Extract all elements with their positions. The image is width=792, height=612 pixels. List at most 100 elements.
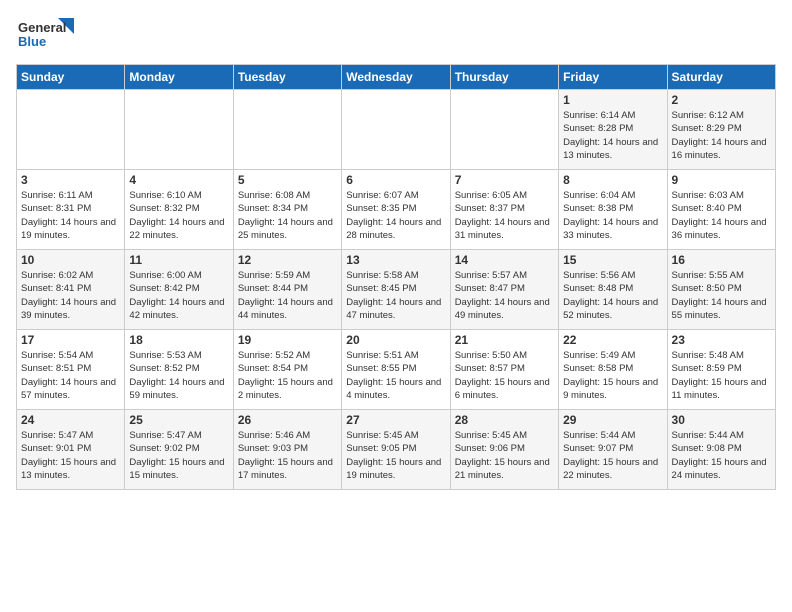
calendar-cell [233,90,341,170]
day-number: 11 [129,253,228,267]
weekday-header: Friday [559,65,667,90]
calendar-cell: 7 Sunrise: 6:05 AM Sunset: 8:37 PM Daylig… [450,170,558,250]
day-info: Sunrise: 6:12 AM Sunset: 8:29 PM Dayligh… [672,109,771,162]
day-info: Sunrise: 6:14 AM Sunset: 8:28 PM Dayligh… [563,109,662,162]
day-info: Sunrise: 5:57 AM Sunset: 8:47 PM Dayligh… [455,269,554,322]
day-number: 6 [346,173,445,187]
day-number: 29 [563,413,662,427]
day-info: Sunrise: 5:52 AM Sunset: 8:54 PM Dayligh… [238,349,337,402]
day-info: Sunrise: 6:08 AM Sunset: 8:34 PM Dayligh… [238,189,337,242]
day-info: Sunrise: 6:10 AM Sunset: 8:32 PM Dayligh… [129,189,228,242]
calendar-cell: 29 Sunrise: 5:44 AM Sunset: 9:07 PM Dayli… [559,410,667,490]
day-number: 18 [129,333,228,347]
day-info: Sunrise: 5:58 AM Sunset: 8:45 PM Dayligh… [346,269,445,322]
calendar-week-row: 24 Sunrise: 5:47 AM Sunset: 9:01 PM Dayli… [17,410,776,490]
logo: GeneralBlue [16,16,76,52]
weekday-header: Thursday [450,65,558,90]
day-number: 3 [21,173,120,187]
calendar-cell: 3 Sunrise: 6:11 AM Sunset: 8:31 PM Daylig… [17,170,125,250]
calendar-cell: 9 Sunrise: 6:03 AM Sunset: 8:40 PM Daylig… [667,170,775,250]
day-number: 21 [455,333,554,347]
day-info: Sunrise: 5:49 AM Sunset: 8:58 PM Dayligh… [563,349,662,402]
day-info: Sunrise: 5:53 AM Sunset: 8:52 PM Dayligh… [129,349,228,402]
day-number: 9 [672,173,771,187]
calendar-cell: 19 Sunrise: 5:52 AM Sunset: 8:54 PM Dayli… [233,330,341,410]
calendar-cell: 4 Sunrise: 6:10 AM Sunset: 8:32 PM Daylig… [125,170,233,250]
day-info: Sunrise: 6:00 AM Sunset: 8:42 PM Dayligh… [129,269,228,322]
day-info: Sunrise: 5:48 AM Sunset: 8:59 PM Dayligh… [672,349,771,402]
calendar-cell: 23 Sunrise: 5:48 AM Sunset: 8:59 PM Dayli… [667,330,775,410]
day-number: 26 [238,413,337,427]
day-info: Sunrise: 5:45 AM Sunset: 9:06 PM Dayligh… [455,429,554,482]
calendar-cell: 18 Sunrise: 5:53 AM Sunset: 8:52 PM Dayli… [125,330,233,410]
calendar-cell: 14 Sunrise: 5:57 AM Sunset: 8:47 PM Dayli… [450,250,558,330]
calendar-cell: 10Sunrise: 6:02 AM Sunset: 8:41 PM Dayli… [17,250,125,330]
day-number: 23 [672,333,771,347]
day-info: Sunrise: 5:55 AM Sunset: 8:50 PM Dayligh… [672,269,771,322]
day-info: Sunrise: 6:05 AM Sunset: 8:37 PM Dayligh… [455,189,554,242]
day-info: Sunrise: 5:46 AM Sunset: 9:03 PM Dayligh… [238,429,337,482]
day-number: 19 [238,333,337,347]
calendar-cell: 17Sunrise: 5:54 AM Sunset: 8:51 PM Dayli… [17,330,125,410]
day-number: 17 [21,333,120,347]
day-info: Sunrise: 5:56 AM Sunset: 8:48 PM Dayligh… [563,269,662,322]
day-info: Sunrise: 5:50 AM Sunset: 8:57 PM Dayligh… [455,349,554,402]
calendar-cell: 26 Sunrise: 5:46 AM Sunset: 9:03 PM Dayli… [233,410,341,490]
day-number: 28 [455,413,554,427]
weekday-header: Sunday [17,65,125,90]
day-info: Sunrise: 5:59 AM Sunset: 8:44 PM Dayligh… [238,269,337,322]
weekday-header: Saturday [667,65,775,90]
weekday-header: Wednesday [342,65,450,90]
calendar-cell: 30Sunrise: 5:44 AM Sunset: 9:08 PM Dayli… [667,410,775,490]
day-number: 2 [672,93,771,107]
day-info: Sunrise: 6:03 AM Sunset: 8:40 PM Dayligh… [672,189,771,242]
day-number: 4 [129,173,228,187]
day-info: Sunrise: 6:04 AM Sunset: 8:38 PM Dayligh… [563,189,662,242]
calendar-cell: 27 Sunrise: 5:45 AM Sunset: 9:05 PM Dayli… [342,410,450,490]
calendar-cell: 5 Sunrise: 6:08 AM Sunset: 8:34 PM Daylig… [233,170,341,250]
day-info: Sunrise: 5:47 AM Sunset: 9:02 PM Dayligh… [129,429,228,482]
day-info: Sunrise: 6:11 AM Sunset: 8:31 PM Dayligh… [21,189,120,242]
calendar-cell: 22 Sunrise: 5:49 AM Sunset: 8:58 PM Dayli… [559,330,667,410]
calendar-cell [342,90,450,170]
calendar-cell: 24 Sunrise: 5:47 AM Sunset: 9:01 PM Dayli… [17,410,125,490]
calendar-cell: 20 Sunrise: 5:51 AM Sunset: 8:55 PM Dayli… [342,330,450,410]
day-info: Sunrise: 5:51 AM Sunset: 8:55 PM Dayligh… [346,349,445,402]
calendar-cell: 25 Sunrise: 5:47 AM Sunset: 9:02 PM Dayli… [125,410,233,490]
calendar-cell: 13 Sunrise: 5:58 AM Sunset: 8:45 PM Dayli… [342,250,450,330]
day-info: Sunrise: 5:44 AM Sunset: 9:07 PM Dayligh… [563,429,662,482]
calendar-week-row: 3 Sunrise: 6:11 AM Sunset: 8:31 PM Daylig… [17,170,776,250]
calendar-cell: 1Sunrise: 6:14 AM Sunset: 8:28 PM Daylig… [559,90,667,170]
day-number: 7 [455,173,554,187]
svg-text:General: General [18,20,66,35]
calendar-cell [125,90,233,170]
calendar-cell: 21 Sunrise: 5:50 AM Sunset: 8:57 PM Dayli… [450,330,558,410]
calendar-cell [17,90,125,170]
calendar-cell: 6 Sunrise: 6:07 AM Sunset: 8:35 PM Daylig… [342,170,450,250]
svg-text:Blue: Blue [18,34,46,49]
day-number: 16 [672,253,771,267]
day-number: 24 [21,413,120,427]
day-number: 14 [455,253,554,267]
calendar-week-row: 17Sunrise: 5:54 AM Sunset: 8:51 PM Dayli… [17,330,776,410]
calendar-cell: 28 Sunrise: 5:45 AM Sunset: 9:06 PM Dayli… [450,410,558,490]
day-number: 25 [129,413,228,427]
day-number: 12 [238,253,337,267]
day-number: 27 [346,413,445,427]
day-number: 20 [346,333,445,347]
day-number: 8 [563,173,662,187]
page-header: GeneralBlue [16,16,776,52]
day-info: Sunrise: 5:47 AM Sunset: 9:01 PM Dayligh… [21,429,120,482]
day-info: Sunrise: 5:44 AM Sunset: 9:08 PM Dayligh… [672,429,771,482]
day-info: Sunrise: 5:45 AM Sunset: 9:05 PM Dayligh… [346,429,445,482]
day-number: 22 [563,333,662,347]
calendar-week-row: 1Sunrise: 6:14 AM Sunset: 8:28 PM Daylig… [17,90,776,170]
weekday-header: Monday [125,65,233,90]
day-number: 5 [238,173,337,187]
calendar-table: SundayMondayTuesdayWednesdayThursdayFrid… [16,64,776,490]
day-number: 13 [346,253,445,267]
day-info: Sunrise: 6:07 AM Sunset: 8:35 PM Dayligh… [346,189,445,242]
calendar-cell: 16 Sunrise: 5:55 AM Sunset: 8:50 PM Dayli… [667,250,775,330]
logo-icon: GeneralBlue [16,16,76,52]
calendar-cell: 2 Sunrise: 6:12 AM Sunset: 8:29 PM Daylig… [667,90,775,170]
